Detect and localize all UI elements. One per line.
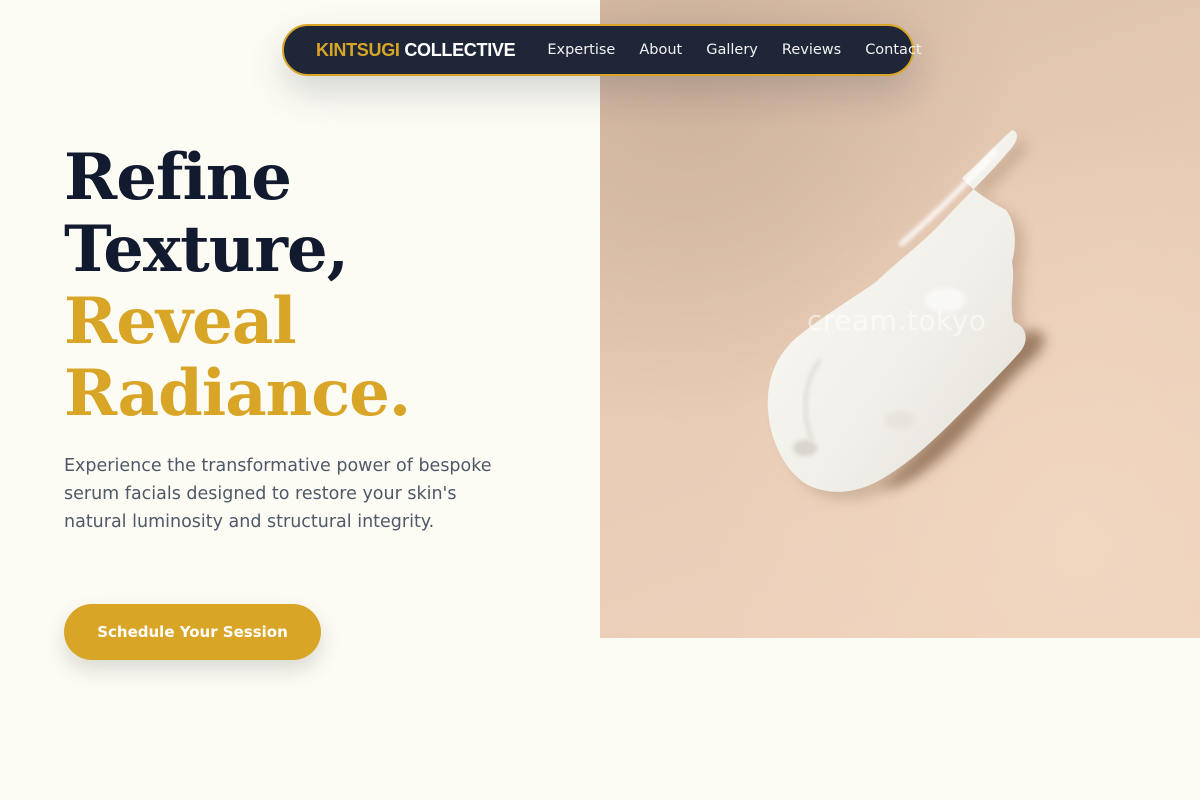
- hero-headline: Refine Texture, Reveal Radiance.: [64, 140, 411, 431]
- hero-image: cream.tokyo: [600, 0, 1200, 638]
- navbar: KINTSUGI COLLECTIVE Expertise About Gall…: [282, 24, 922, 76]
- schedule-session-button[interactable]: Schedule Your Session: [64, 604, 321, 660]
- nav-link-about[interactable]: About: [639, 42, 682, 58]
- nav-link-reviews[interactable]: Reviews: [782, 42, 841, 58]
- brand-name-part1: KINTSUGI: [316, 39, 400, 60]
- headline-line-4: Radiance.: [64, 356, 411, 431]
- nav-links: Expertise About Gallery Reviews Contact: [547, 42, 921, 58]
- nav-link-contact[interactable]: Contact: [865, 42, 921, 58]
- brand-name-part2: COLLECTIVE: [404, 39, 516, 60]
- hero-description: Experience the transformative power of b…: [64, 456, 492, 532]
- headline-line-2: Texture,: [64, 212, 349, 287]
- brand-logo[interactable]: KINTSUGI COLLECTIVE: [316, 39, 516, 61]
- nav-link-gallery[interactable]: Gallery: [706, 42, 758, 58]
- image-watermark: cream.tokyo: [807, 304, 987, 337]
- headline-line-1: Refine: [64, 140, 292, 215]
- headline-line-3: Reveal: [64, 284, 297, 359]
- nav-link-expertise[interactable]: Expertise: [547, 42, 615, 58]
